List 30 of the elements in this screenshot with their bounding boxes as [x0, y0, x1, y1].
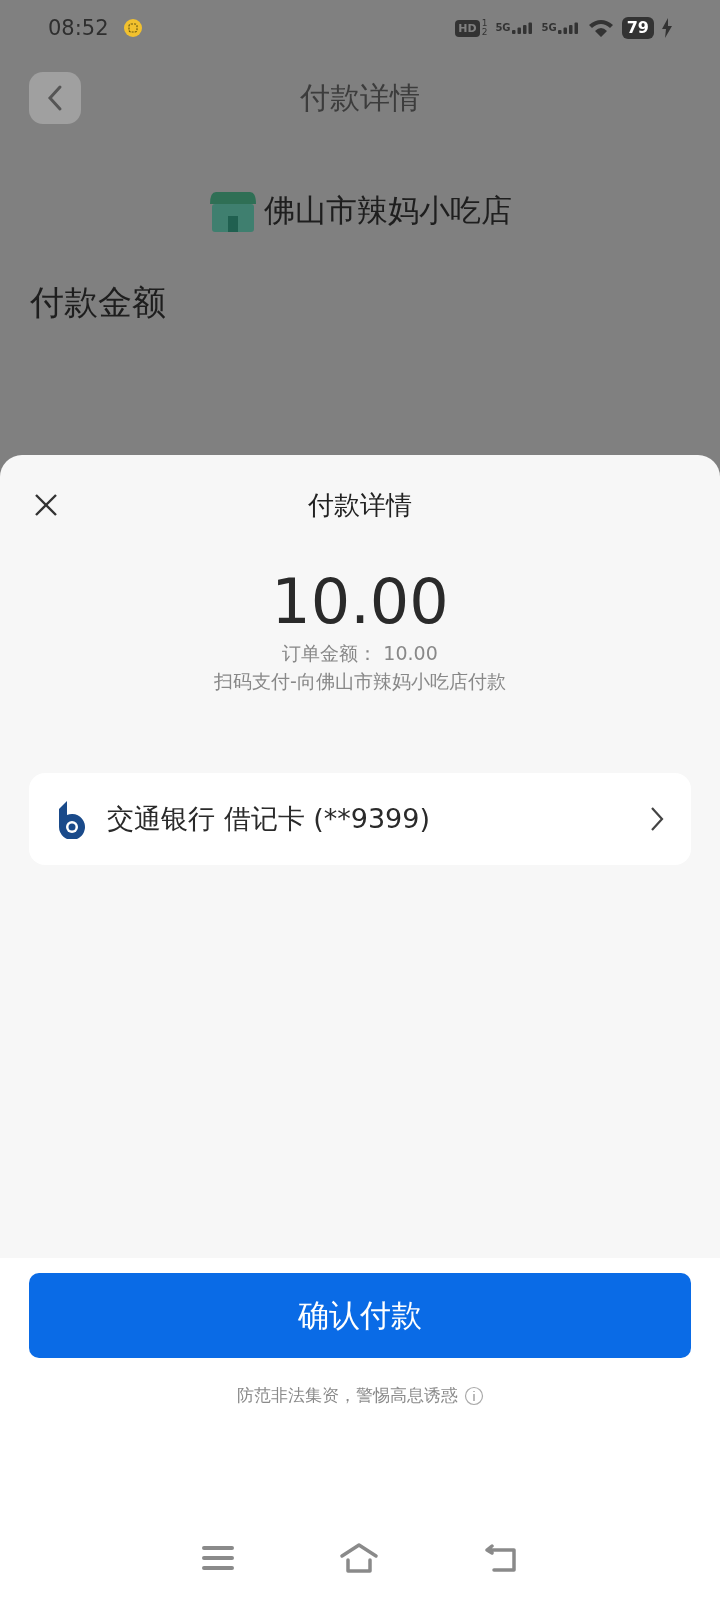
back-button[interactable] — [29, 72, 81, 124]
payment-description: 扫码支付-向佛山市辣妈小吃店付款 — [213, 669, 507, 694]
payment-amount: 10.00 — [270, 565, 450, 639]
network-label: 5G — [495, 22, 511, 33]
sheet-title: 付款详情 — [308, 488, 412, 522]
chevron-right-icon — [649, 805, 665, 833]
info-icon[interactable] — [463, 1385, 484, 1406]
menu-icon[interactable] — [202, 1545, 235, 1571]
home-icon[interactable] — [339, 1542, 379, 1574]
risk-notice: 防范非法集资，警惕高息诱惑 — [236, 1384, 458, 1407]
wifi-icon — [587, 18, 614, 38]
shop-icon — [208, 190, 258, 232]
charging-icon — [662, 18, 672, 38]
payment-method-label: 交通银行 借记卡 (**9399) — [107, 802, 431, 836]
sim-slot-label: 2 — [481, 28, 488, 37]
network-label: 5G — [541, 22, 557, 33]
page-title: 付款详情 — [300, 78, 420, 117]
status-time: 08:52 — [48, 16, 109, 40]
signal-icon — [557, 22, 580, 34]
signal-icon — [511, 22, 534, 34]
amount-label: 付款金额 — [30, 281, 167, 324]
order-amount: 订单金额： 10.00 — [281, 641, 439, 666]
battery-level: 79 — [621, 17, 654, 39]
merchant-name: 佛山市辣妈小吃店 — [264, 191, 512, 230]
back-nav-icon[interactable] — [483, 1543, 518, 1573]
sim-slot-label: 1 — [481, 19, 488, 28]
payment-method-row[interactable]: 交通银行 借记卡 (**9399) — [29, 773, 691, 865]
screen-record-icon — [122, 18, 143, 38]
confirm-payment-button[interactable]: 确认付款 — [29, 1273, 691, 1358]
hd-badge: HD — [455, 19, 480, 37]
